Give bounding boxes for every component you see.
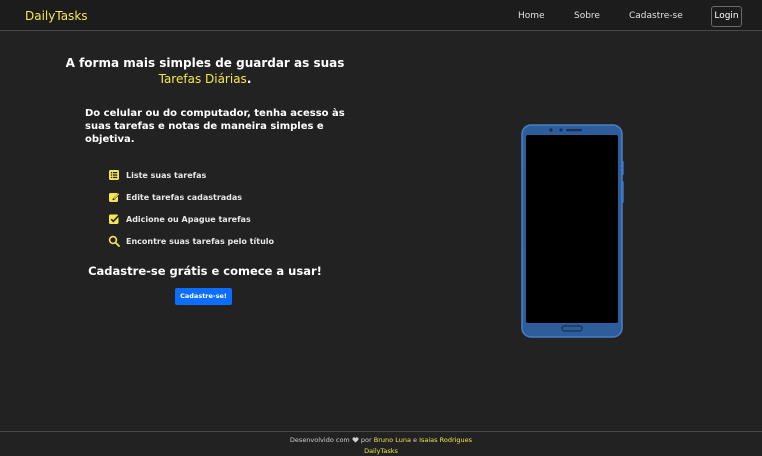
search-icon: [108, 235, 120, 247]
feature-item-list: Liste suas tarefas: [108, 168, 206, 182]
footer: Desenvolvido com por Bruno Luna e Isaias…: [0, 431, 762, 456]
feature-label: Liste suas tarefas: [126, 170, 207, 180]
nav-link-sobre[interactable]: Sobre: [574, 11, 600, 21]
hero-description: Do celular ou do computador, tenha acess…: [85, 108, 345, 145]
footer-prefix: Desenvolvido com: [289, 436, 350, 444]
hero-title-end: .: [246, 72, 252, 86]
hero-title-highlight: Tarefas Diárias: [158, 72, 247, 86]
footer-brand: DailyTasks: [364, 447, 398, 455]
smartphone-illustration: [521, 124, 624, 338]
author-link-bruno[interactable]: Bruno Luna: [374, 436, 411, 444]
footer-credits: Desenvolvido com por Bruno Luna e Isaias…: [0, 436, 762, 444]
login-button[interactable]: Login: [711, 6, 742, 27]
hero-title: A forma mais simples de guardar as suas …: [60, 55, 350, 87]
footer-and: e: [413, 436, 418, 444]
list-icon: [109, 170, 119, 180]
author-link-isaias[interactable]: Isaias Rodrigues: [419, 436, 472, 444]
cta-title: Cadastre-se grátis e comece a usar!: [88, 264, 322, 278]
hero-title-line1: A forma mais simples de guardar as suas: [65, 56, 345, 70]
feature-label: Encontre suas tarefas pelo título: [126, 236, 274, 246]
checkbox-icon: [109, 214, 120, 224]
feature-item-edit: Edite tarefas cadastradas: [108, 190, 242, 204]
signup-button[interactable]: Cadastre-se!: [175, 288, 232, 305]
footer-by: por: [360, 436, 372, 444]
feature-item-search: Encontre suas tarefas pelo título: [108, 234, 274, 248]
feature-label: Adicione ou Apague tarefas: [126, 214, 251, 224]
heart-icon: [352, 437, 359, 443]
brand-logo[interactable]: DailyTasks: [25, 9, 88, 23]
feature-item-add-delete: Adicione ou Apague tarefas: [108, 212, 251, 226]
navbar: DailyTasks Home Sobre Cadastre-se Login: [0, 0, 762, 31]
nav-link-home[interactable]: Home: [518, 11, 545, 21]
edit-icon: [109, 193, 120, 202]
nav-link-cadastre-se[interactable]: Cadastre-se: [629, 11, 683, 21]
feature-label: Edite tarefas cadastradas: [126, 192, 243, 202]
